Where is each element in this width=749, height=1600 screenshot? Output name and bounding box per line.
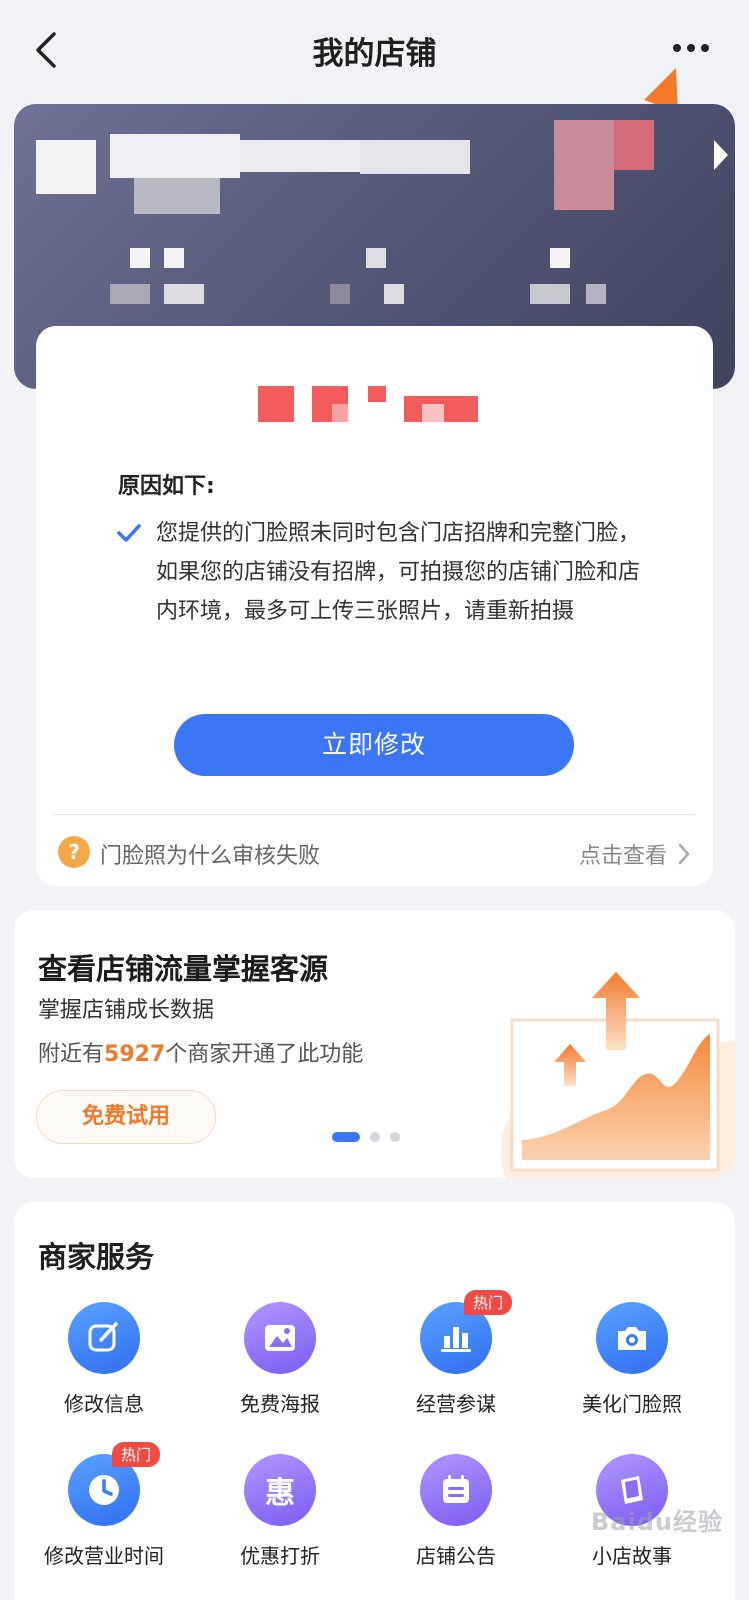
obscured-block xyxy=(330,284,350,304)
obscured-block xyxy=(550,248,570,268)
obscured-block xyxy=(164,248,184,268)
hot-badge: 热门 xyxy=(112,1442,161,1467)
question-icon: ? xyxy=(58,836,90,868)
help-question-link[interactable]: 门脸照为什么审核失败 xyxy=(100,838,320,870)
promo-stat-prefix: 附近有 xyxy=(38,1042,105,1067)
carousel-dot xyxy=(390,1132,400,1142)
review-failed-card: 原因如下: 您提供的门脸照未同时包含门店招牌和完整门脸，如果您的店铺没有招牌，可… xyxy=(36,326,713,886)
promo-title: 查看店铺流量掌握客源 xyxy=(38,952,329,986)
watermark-logo: Baidu经验 xyxy=(591,1508,723,1536)
view-details-link[interactable]: 点击查看 xyxy=(579,838,667,870)
service-edit-info[interactable]: 修改信息 xyxy=(14,1302,194,1417)
obscured-block xyxy=(164,284,204,304)
carousel-dot xyxy=(370,1132,380,1142)
clock-icon: 热门 xyxy=(68,1442,161,1526)
service-beautify-photo[interactable]: 美化门脸照 xyxy=(542,1302,722,1417)
service-discount[interactable]: 惠 优惠打折 xyxy=(190,1454,370,1569)
service-business-advisor[interactable]: 热门 经营参谋 xyxy=(366,1290,546,1417)
checkmark-icon xyxy=(117,524,141,542)
obscured-block xyxy=(554,120,614,210)
section-title: 商家服务 xyxy=(38,1240,155,1274)
obscured-block xyxy=(360,140,470,174)
service-label: 美化门脸照 xyxy=(582,1392,682,1416)
obscured-block xyxy=(110,284,150,304)
service-label: 小店故事 xyxy=(592,1544,672,1568)
service-label: 修改营业时间 xyxy=(44,1544,164,1568)
bar-chart-icon: 热门 xyxy=(420,1290,513,1374)
merchant-count: 5927 xyxy=(104,1042,166,1067)
service-store-notice[interactable]: 店铺公告 xyxy=(366,1454,546,1569)
carousel-indicator xyxy=(332,1132,400,1142)
obscured-status-text xyxy=(258,386,478,422)
service-business-hours[interactable]: 热门 修改营业时间 xyxy=(14,1442,194,1569)
chevron-right-icon xyxy=(678,843,690,865)
obscured-block xyxy=(366,248,386,268)
discount-glyph: 惠 xyxy=(265,1476,295,1511)
service-label: 修改信息 xyxy=(64,1392,144,1416)
reason-description: 您提供的门脸照未同时包含门店招牌和完整门脸，如果您的店铺没有招牌，可拍摄您的店铺… xyxy=(156,521,641,624)
image-icon xyxy=(244,1302,316,1374)
obscured-block xyxy=(530,284,570,304)
top-bar: 我的店铺 xyxy=(0,0,749,100)
obscured-block xyxy=(384,284,404,304)
promo-subtitle: 掌握店铺成长数据 xyxy=(38,998,215,1023)
obscured-shop-name xyxy=(36,140,96,194)
traffic-promo-card[interactable]: 查看店铺流量掌握客源 掌握店铺成长数据 附近有5927个商家开通了此功能 免费试… xyxy=(14,910,735,1178)
promo-stat-suffix: 个商家开通了此功能 xyxy=(165,1042,364,1067)
notice-icon xyxy=(420,1454,492,1526)
obscured-block xyxy=(240,140,360,172)
modify-now-button[interactable]: 立即修改 xyxy=(174,714,574,776)
page-title: 我的店铺 xyxy=(312,36,437,72)
carousel-dot-active xyxy=(332,1132,360,1142)
obscured-block xyxy=(586,284,606,304)
promo-stat: 附近有5927个商家开通了此功能 xyxy=(38,1036,363,1068)
more-options-icon[interactable] xyxy=(673,38,715,58)
discount-icon: 惠 xyxy=(244,1454,316,1526)
obscured-block xyxy=(614,120,654,170)
reason-heading: 原因如下: xyxy=(118,474,215,499)
service-label: 店铺公告 xyxy=(416,1544,496,1568)
service-label: 免费海报 xyxy=(240,1392,320,1416)
obscured-block xyxy=(110,134,240,178)
obscured-block xyxy=(134,178,220,214)
free-trial-button[interactable]: 免费试用 xyxy=(36,1090,216,1144)
growth-chart-illustration xyxy=(501,972,735,1178)
service-label: 经营参谋 xyxy=(416,1392,496,1416)
divider xyxy=(54,814,695,815)
camera-icon xyxy=(596,1302,668,1374)
service-label: 优惠打折 xyxy=(240,1544,320,1568)
service-free-poster[interactable]: 免费海报 xyxy=(190,1302,370,1417)
hot-badge: 热门 xyxy=(464,1290,513,1315)
chevron-right-icon xyxy=(714,140,728,170)
edit-icon xyxy=(68,1302,140,1374)
merchant-services-section: 商家服务 修改信息 免费海报 热门 经营参谋 美化门脸照 热门 修改营业时间 惠… xyxy=(14,1202,735,1600)
obscured-block xyxy=(130,248,150,268)
